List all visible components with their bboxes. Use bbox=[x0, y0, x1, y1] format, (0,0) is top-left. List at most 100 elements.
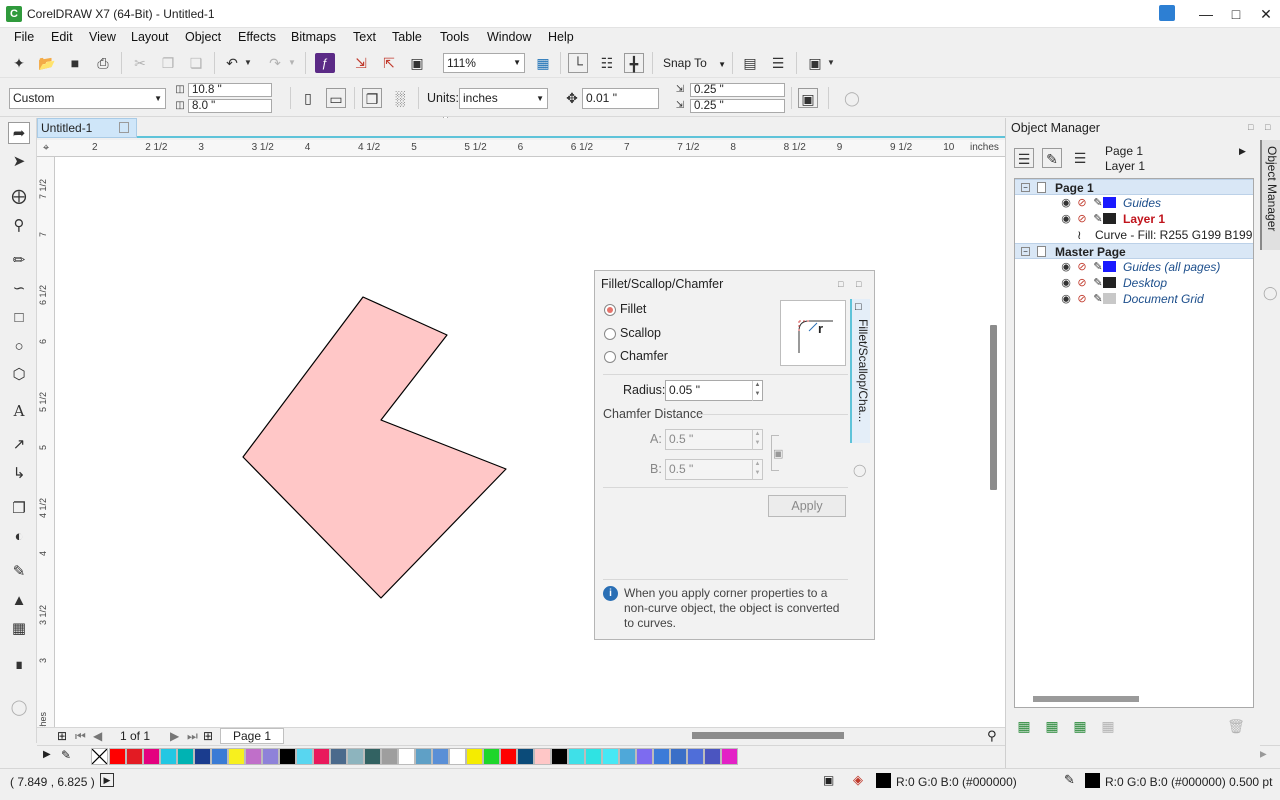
outline-color-swatch[interactable] bbox=[1085, 773, 1100, 788]
zoom-navigator-icon[interactable]: ⚲ bbox=[987, 728, 997, 744]
color-swatch[interactable] bbox=[568, 748, 585, 765]
page-tab[interactable]: Page 1 bbox=[220, 728, 284, 744]
first-page-icon[interactable]: ⏮ bbox=[75, 729, 86, 744]
color-swatch[interactable] bbox=[449, 748, 466, 765]
docker-minimize-icon[interactable]: □ bbox=[838, 279, 843, 289]
no-color-swatch[interactable] bbox=[91, 748, 108, 765]
edit-bleed-icon[interactable]: ▣ bbox=[798, 88, 818, 108]
eye-icon[interactable]: ◉ bbox=[1059, 260, 1073, 274]
color-swatch[interactable] bbox=[279, 748, 296, 765]
color-swatch[interactable] bbox=[347, 748, 364, 765]
color-eyedropper-tool-icon[interactable]: ✎ bbox=[8, 561, 30, 583]
menu-layout[interactable]: Layout bbox=[131, 30, 169, 44]
color-swatch[interactable] bbox=[194, 748, 211, 765]
vertical-scrollbar-thumb[interactable] bbox=[990, 325, 997, 490]
lock-icon[interactable]: ▣ bbox=[773, 447, 783, 460]
polygon-tool-icon[interactable]: ⬡ bbox=[8, 364, 30, 386]
color-swatch[interactable] bbox=[585, 748, 602, 765]
layer-color-swatch[interactable] bbox=[1103, 277, 1116, 288]
tree-scrollbar-thumb[interactable] bbox=[1033, 696, 1139, 702]
menu-text[interactable]: Text bbox=[353, 30, 376, 44]
redo-icon[interactable]: ↷ bbox=[265, 53, 285, 73]
all-pages-icon[interactable]: ❐ bbox=[362, 88, 382, 108]
full-screen-preview-icon[interactable]: ▦ bbox=[533, 53, 553, 73]
color-swatch[interactable] bbox=[432, 748, 449, 765]
color-swatch[interactable] bbox=[245, 748, 262, 765]
interactive-fill-tool-icon[interactable]: ▲ bbox=[8, 590, 30, 612]
tab-close-icon[interactable] bbox=[119, 122, 129, 133]
open-folder-icon[interactable]: 📂 bbox=[37, 53, 57, 73]
tree-layer-node[interactable]: ◉ ⊘ ✎ Desktop bbox=[1015, 275, 1253, 291]
radius-spinner[interactable]: ▲ ▼ bbox=[752, 381, 762, 401]
color-swatch[interactable] bbox=[602, 748, 619, 765]
application-launcher-icon[interactable]: ▣ bbox=[805, 53, 825, 73]
color-swatch[interactable] bbox=[466, 748, 483, 765]
color-swatch[interactable] bbox=[330, 748, 347, 765]
save-icon[interactable]: ■ bbox=[65, 53, 85, 73]
show-grid-icon[interactable]: ☷ bbox=[597, 53, 617, 73]
quick-customize-icon[interactable]: ◯ bbox=[842, 88, 862, 108]
color-swatch[interactable] bbox=[415, 748, 432, 765]
status-expand-icon[interactable]: ▶ bbox=[100, 773, 114, 787]
rectangle-tool-icon[interactable]: □ bbox=[8, 307, 30, 329]
tree-object-node[interactable]: ≀ Curve - Fill: R255 G199 B199 (# bbox=[1015, 227, 1253, 243]
om-menu-arrow-icon[interactable]: ▶ bbox=[1239, 146, 1246, 157]
chevron-down-icon[interactable]: ▼ bbox=[287, 53, 297, 73]
color-proof-icon[interactable]: ▣ bbox=[823, 773, 834, 787]
options-icon[interactable]: ☰ bbox=[768, 53, 788, 73]
color-swatch[interactable] bbox=[636, 748, 653, 765]
docker-close-icon[interactable]: □ bbox=[856, 279, 861, 289]
chamfer-radio[interactable] bbox=[604, 351, 616, 363]
color-swatch[interactable] bbox=[177, 748, 194, 765]
drop-shadow-tool-icon[interactable]: ❐ bbox=[8, 498, 30, 520]
fill-color-swatch[interactable] bbox=[876, 773, 891, 788]
color-swatch[interactable] bbox=[364, 748, 381, 765]
chamfer-a-input[interactable]: 0.5 " ▲ ▼ bbox=[665, 429, 763, 450]
menu-edit[interactable]: Edit bbox=[51, 30, 73, 44]
welcome-screen-icon[interactable]: ▤ bbox=[740, 53, 760, 73]
nudge-distance-input[interactable]: 0.01 " bbox=[582, 88, 659, 109]
tree-layer-node[interactable]: ◉ ⊘ ✎ Layer 1 bbox=[1015, 211, 1253, 227]
maximize-icon[interactable]: □ bbox=[1222, 2, 1250, 26]
color-swatch[interactable] bbox=[687, 748, 704, 765]
fillet-radio[interactable] bbox=[604, 304, 616, 316]
new-layer-icon[interactable]: ▦ bbox=[1014, 716, 1034, 736]
next-page-icon[interactable]: ▶ bbox=[170, 729, 179, 743]
color-swatch[interactable] bbox=[109, 748, 126, 765]
page-width-input[interactable]: 10.8 " bbox=[188, 83, 272, 97]
color-swatch[interactable] bbox=[143, 748, 160, 765]
horizontal-scrollbar-thumb[interactable] bbox=[692, 732, 844, 739]
quick-customize-icon[interactable]: ◯ bbox=[8, 697, 30, 719]
layer-color-swatch[interactable] bbox=[1103, 261, 1116, 272]
docker-close-icon[interactable]: □ bbox=[1265, 122, 1270, 132]
color-swatch[interactable] bbox=[160, 748, 177, 765]
add-page-icon[interactable]: ⊞ bbox=[203, 729, 213, 743]
add-page-icon[interactable]: ⊞ bbox=[57, 729, 67, 743]
tree-layer-node[interactable]: ◉ ⊘ ✎ Document Grid bbox=[1015, 291, 1253, 307]
new-document-icon[interactable]: ✦ bbox=[9, 53, 29, 73]
collapse-icon[interactable]: − bbox=[1021, 247, 1030, 256]
freehand-tool-icon[interactable]: ✏ bbox=[8, 250, 30, 272]
color-swatch[interactable] bbox=[296, 748, 313, 765]
color-swatch[interactable] bbox=[313, 748, 330, 765]
pick-tool-icon[interactable]: ➦ bbox=[8, 122, 30, 144]
color-swatch[interactable] bbox=[653, 748, 670, 765]
shape-tool-icon[interactable]: ➤ bbox=[8, 151, 30, 173]
color-swatch[interactable] bbox=[517, 748, 534, 765]
minimize-icon[interactable]: — bbox=[1192, 2, 1220, 26]
corel-connect-icon[interactable]: ƒ bbox=[315, 53, 335, 73]
menu-help[interactable]: Help bbox=[548, 30, 574, 44]
eye-icon[interactable]: ◉ bbox=[1059, 292, 1073, 306]
print-icon[interactable]: ⊘ bbox=[1075, 292, 1089, 306]
publish-pdf-icon[interactable]: ▣ bbox=[407, 53, 427, 73]
landscape-icon[interactable]: ▭ bbox=[326, 88, 346, 108]
eyedropper-icon[interactable]: ✎ bbox=[61, 748, 71, 762]
color-swatch[interactable] bbox=[721, 748, 738, 765]
paste-icon[interactable]: ❏ bbox=[186, 53, 206, 73]
color-swatch[interactable] bbox=[670, 748, 687, 765]
chamfer-b-spinner[interactable]: ▲ ▼ bbox=[752, 460, 762, 480]
layer-color-swatch[interactable] bbox=[1103, 293, 1116, 304]
fillet-docker-tab[interactable]: Fillet/Scallop/Cha... □ bbox=[850, 299, 870, 443]
tree-page-node[interactable]: − Page 1 bbox=[1015, 179, 1253, 195]
color-swatch[interactable] bbox=[228, 748, 245, 765]
